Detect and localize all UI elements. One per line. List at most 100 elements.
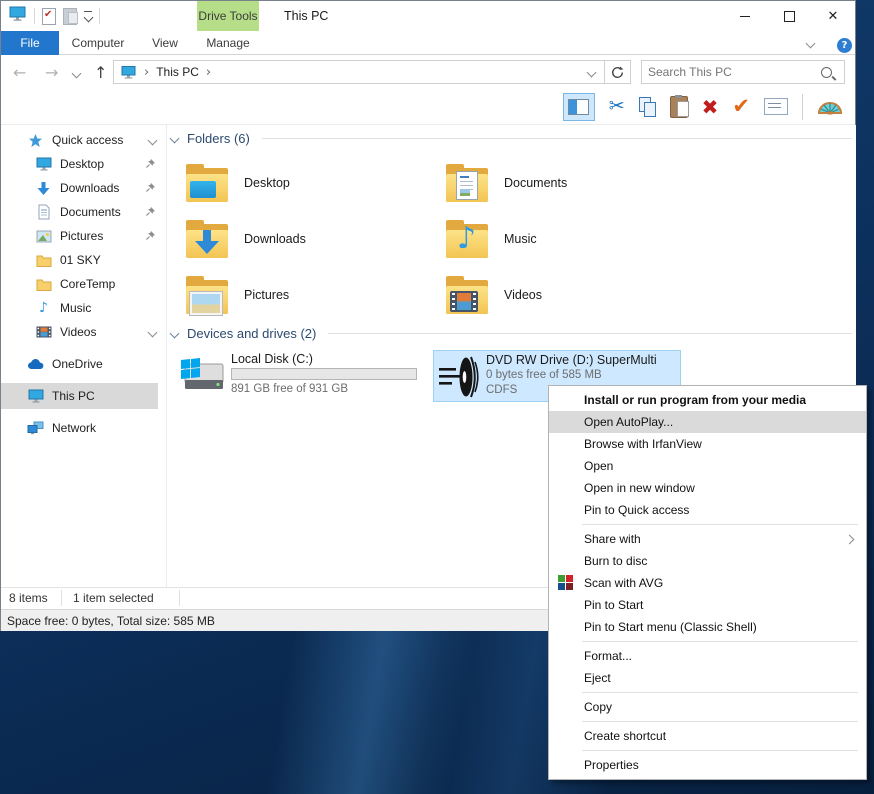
minimize-icon bbox=[740, 16, 750, 17]
forward-button[interactable]: → bbox=[45, 56, 58, 89]
menu-separator bbox=[582, 692, 858, 693]
close-button[interactable]: ✕ bbox=[811, 1, 855, 31]
menu-separator bbox=[582, 750, 858, 751]
collapse-chevron-icon[interactable] bbox=[170, 329, 180, 339]
drive-tools-contextual-tab[interactable]: Drive Tools bbox=[197, 1, 259, 31]
tab-manage[interactable]: Manage bbox=[197, 31, 259, 55]
tab-view[interactable]: View bbox=[137, 31, 193, 55]
music-note-icon: ♪ bbox=[35, 300, 52, 316]
expand-chevron-icon[interactable] bbox=[148, 328, 158, 338]
pin-icon bbox=[145, 158, 156, 172]
pin-icon bbox=[145, 230, 156, 244]
this-pc-icon bbox=[27, 388, 44, 404]
menu-item-open-new-window[interactable]: Open in new window bbox=[549, 477, 866, 499]
menu-item-scan-avg[interactable]: Scan with AVG bbox=[549, 572, 866, 594]
refresh-button[interactable] bbox=[605, 66, 630, 79]
search-input[interactable] bbox=[642, 65, 821, 79]
breadcrumb-separator[interactable]: › bbox=[206, 65, 211, 80]
sidebar-item-network[interactable]: Network bbox=[1, 415, 158, 441]
sidebar-item-pictures[interactable]: Pictures bbox=[1, 223, 158, 249]
sidebar-item-onedrive[interactable]: OneDrive bbox=[1, 351, 158, 377]
menu-item-install-run[interactable]: Install or run program from your media bbox=[549, 389, 866, 411]
sidebar-item-videos[interactable]: Videos bbox=[1, 319, 158, 345]
close-icon: ✕ bbox=[828, 10, 839, 23]
menu-item-browse-irfanview[interactable]: Browse with IrfanView bbox=[549, 433, 866, 455]
videos-folder-icon bbox=[444, 272, 490, 318]
classic-shell-icon[interactable] bbox=[817, 93, 843, 120]
address-dropdown-icon[interactable] bbox=[579, 65, 604, 79]
check-page-icon[interactable]: ✔ bbox=[42, 8, 56, 25]
search-box[interactable] bbox=[641, 60, 845, 84]
group-rule bbox=[262, 138, 852, 139]
folder-tile-pictures[interactable]: Pictures bbox=[182, 269, 432, 321]
sidebar-item-documents[interactable]: Documents bbox=[1, 199, 158, 225]
menu-separator bbox=[582, 524, 858, 525]
menu-item-pin-to-start[interactable]: Pin to Start bbox=[549, 594, 866, 616]
collapse-chevron-icon[interactable] bbox=[170, 134, 180, 144]
up-button[interactable]: ↑ bbox=[94, 56, 107, 89]
qat-separator bbox=[99, 8, 100, 24]
breadcrumb-separator: › bbox=[144, 65, 149, 80]
search-icon[interactable] bbox=[821, 67, 832, 78]
breadcrumb-pc-icon bbox=[121, 66, 137, 79]
cut-icon[interactable]: ✂ bbox=[609, 97, 625, 116]
music-folder-icon: ♪ bbox=[444, 216, 490, 262]
folder-icon bbox=[35, 252, 52, 268]
tab-computer[interactable]: Computer bbox=[59, 31, 137, 55]
folder-tile-documents[interactable]: Documents bbox=[442, 157, 692, 209]
drive-tile-local-disk-c[interactable]: Local Disk (C:) 891 GB free of 931 GB bbox=[179, 350, 429, 402]
menu-item-properties[interactable]: Properties bbox=[549, 754, 866, 776]
maximize-button[interactable] bbox=[767, 1, 811, 31]
menu-item-eject[interactable]: Eject bbox=[549, 667, 866, 689]
qat-customize-menu-icon[interactable] bbox=[84, 11, 92, 22]
sidebar-item-this-pc[interactable]: This PC bbox=[1, 383, 158, 409]
maximize-icon bbox=[784, 11, 795, 22]
address-bar[interactable]: › This PC › bbox=[113, 60, 631, 84]
delete-icon[interactable]: ✖ bbox=[702, 97, 719, 117]
folder-tile-desktop[interactable]: Desktop bbox=[182, 157, 432, 209]
back-button[interactable]: ← bbox=[13, 56, 26, 89]
this-pc-icon bbox=[9, 6, 27, 26]
tab-file[interactable]: File bbox=[1, 31, 59, 55]
folder-tile-videos[interactable]: Videos bbox=[442, 269, 692, 321]
quick-access-star-icon bbox=[27, 132, 44, 148]
sidebar-item-downloads[interactable]: Downloads bbox=[1, 175, 158, 201]
rename-icon[interactable] bbox=[764, 98, 788, 115]
avg-icon bbox=[558, 575, 573, 590]
documents-folder-icon bbox=[444, 160, 490, 206]
menu-item-create-shortcut[interactable]: Create shortcut bbox=[549, 725, 866, 747]
expand-chevron-icon[interactable] bbox=[148, 136, 158, 146]
menu-item-open-autoplay[interactable]: Open AutoPlay... bbox=[549, 411, 866, 433]
status-separator bbox=[179, 590, 180, 606]
group-header-devices[interactable]: Devices and drives (2) bbox=[171, 326, 852, 341]
paste-icon-disabled[interactable] bbox=[63, 8, 77, 25]
submenu-arrow-icon bbox=[845, 535, 855, 545]
confirm-icon[interactable]: ✔ bbox=[732, 96, 750, 117]
sidebar-item-music[interactable]: ♪ Music bbox=[1, 295, 158, 321]
menu-item-pin-to-start-classic[interactable]: Pin to Start menu (Classic Shell) bbox=[549, 616, 866, 638]
navigation-pane-toggle-button[interactable] bbox=[563, 93, 595, 121]
address-bar-row: ← → ↑ › This PC › bbox=[1, 56, 855, 89]
folder-tile-downloads[interactable]: Downloads bbox=[182, 213, 432, 265]
pictures-icon bbox=[35, 228, 52, 244]
menu-item-format[interactable]: Format... bbox=[549, 645, 866, 667]
copy-icon[interactable] bbox=[639, 97, 656, 117]
group-header-folders[interactable]: Folders (6) bbox=[171, 131, 852, 146]
sidebar-item-coretemp[interactable]: CoreTemp bbox=[1, 271, 158, 297]
menu-item-pin-quick-access[interactable]: Pin to Quick access bbox=[549, 499, 866, 521]
menu-item-copy[interactable]: Copy bbox=[549, 696, 866, 718]
sidebar-item-01-sky[interactable]: 01 SKY bbox=[1, 247, 158, 273]
breadcrumb-this-pc[interactable]: This PC bbox=[156, 65, 199, 79]
menu-item-share-with[interactable]: Share with bbox=[549, 528, 866, 550]
folder-tile-music[interactable]: ♪ Music bbox=[442, 213, 692, 265]
menu-item-burn-to-disc[interactable]: Burn to disc bbox=[549, 550, 866, 572]
paste-icon[interactable] bbox=[670, 96, 688, 118]
window-controls: ✕ bbox=[723, 1, 855, 31]
minimize-button[interactable] bbox=[723, 1, 767, 31]
help-button[interactable]: ? bbox=[837, 38, 852, 53]
menu-item-open[interactable]: Open bbox=[549, 455, 866, 477]
menu-separator bbox=[582, 641, 858, 642]
recent-locations-icon[interactable] bbox=[72, 69, 82, 79]
sidebar-item-quick-access[interactable]: Quick access bbox=[1, 127, 158, 153]
sidebar-item-desktop[interactable]: Desktop bbox=[1, 151, 158, 177]
